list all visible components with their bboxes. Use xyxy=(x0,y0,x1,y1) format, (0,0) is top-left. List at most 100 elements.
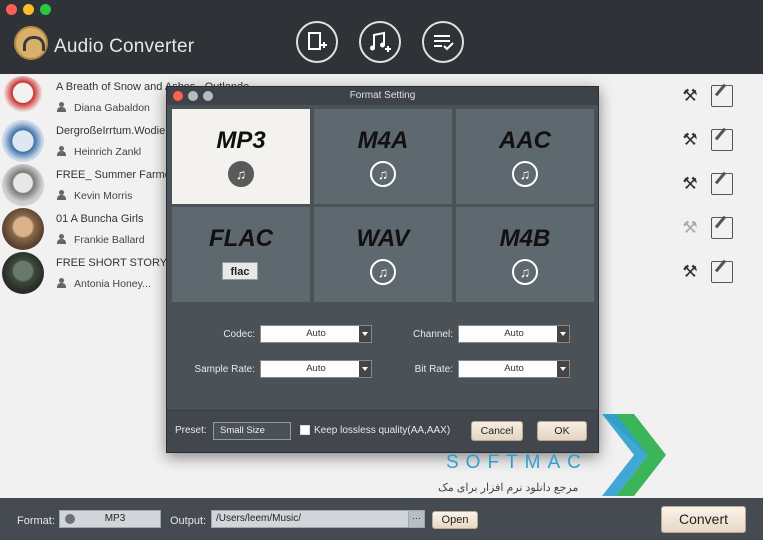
format-name: FLAC xyxy=(209,225,273,252)
ok-button[interactable]: OK xyxy=(537,421,587,441)
lossless-checkbox[interactable] xyxy=(300,425,310,435)
sample-rate-select[interactable]: Auto xyxy=(260,360,372,378)
magic-wand-icon[interactable]: ⚒ xyxy=(679,261,701,283)
format-name: WAV xyxy=(356,225,410,252)
channel-label: Channel: xyxy=(412,329,453,340)
dialog-minimize-button[interactable] xyxy=(188,91,198,101)
bit-rate-label: Bit Rate: xyxy=(414,364,453,375)
chevron-down-icon xyxy=(359,326,371,342)
person-icon xyxy=(57,102,66,112)
task-list-button[interactable] xyxy=(422,21,464,63)
channel-select[interactable]: Auto xyxy=(458,325,570,343)
book-cover-thumbnail xyxy=(2,120,44,162)
codec-value: Auto xyxy=(306,328,326,339)
edit-icon[interactable] xyxy=(711,261,733,283)
book-author: Diana Gabaldon xyxy=(74,102,150,114)
format-name: M4B xyxy=(499,225,551,252)
book-cover-thumbnail xyxy=(2,76,44,118)
format-value: MP3 xyxy=(104,513,126,524)
cancel-button[interactable]: Cancel xyxy=(471,421,523,441)
book-author: Antonia Honey... xyxy=(74,278,151,290)
output-path-field[interactable]: /Users/leem/Music/ ··· xyxy=(211,510,425,528)
person-icon xyxy=(57,190,66,200)
book-title: FREE_ Summer Farmer xyxy=(56,169,175,181)
music-note-icon: ♫ xyxy=(228,161,254,187)
softmac-watermark-subtext: مرجع دانلود نرم افزار برای مک xyxy=(438,482,579,494)
app-title: Audio Converter xyxy=(54,36,195,57)
flac-icon: flac xyxy=(222,262,258,280)
browse-button[interactable]: ··· xyxy=(408,511,424,527)
person-icon xyxy=(57,146,66,156)
minimize-window-button[interactable] xyxy=(23,4,34,15)
person-icon xyxy=(57,234,66,244)
bit-rate-value: Auto xyxy=(504,363,524,374)
format-tile-flac[interactable]: FLAC flac xyxy=(172,207,310,302)
add-book-icon xyxy=(308,32,327,50)
book-author: Heinrich Zankl xyxy=(74,146,142,158)
chevron-down-icon xyxy=(557,326,569,342)
magic-wand-icon[interactable]: ⚒ xyxy=(679,173,701,195)
codec-select[interactable]: Auto xyxy=(260,325,372,343)
format-name: MP3 xyxy=(216,127,266,154)
chevron-down-icon xyxy=(557,361,569,377)
bit-rate-select[interactable]: Auto xyxy=(458,360,570,378)
format-tile-m4b[interactable]: M4B ♫ xyxy=(456,207,594,302)
output-path-value: /Users/leem/Music/ xyxy=(216,513,302,524)
book-cover-thumbnail xyxy=(2,164,44,206)
format-tile-m4a[interactable]: M4A ♫ xyxy=(314,109,452,204)
codec-label: Codec: xyxy=(223,329,255,340)
format-name: M4A xyxy=(357,127,409,154)
headphones-logo-icon xyxy=(14,26,48,60)
person-icon xyxy=(57,278,66,288)
close-window-button[interactable] xyxy=(6,4,17,15)
book-author: Frankie Ballard xyxy=(74,234,145,246)
format-tile-aac[interactable]: AAC ♫ xyxy=(456,109,594,204)
add-music-icon xyxy=(370,31,391,52)
dialog-title: Format Setting xyxy=(167,87,598,105)
add-music-button[interactable] xyxy=(359,21,401,63)
dialog-zoom-button[interactable] xyxy=(203,91,213,101)
music-note-icon: ♫ xyxy=(370,161,396,187)
magic-wand-icon[interactable]: ⚒ xyxy=(679,129,701,151)
music-note-icon: ♫ xyxy=(512,161,538,187)
edit-icon[interactable] xyxy=(711,129,733,151)
format-tile-mp3[interactable]: MP3 ♫ xyxy=(172,109,310,204)
chevron-down-icon xyxy=(359,361,371,377)
zoom-window-button[interactable] xyxy=(40,4,51,15)
magic-wand-icon[interactable]: ⚒ xyxy=(679,85,701,107)
preset-label: Preset: xyxy=(175,425,207,436)
book-cover-thumbnail xyxy=(2,252,44,294)
window-controls xyxy=(6,4,51,15)
format-setting-dialog: Format Setting MP3 ♫ M4A ♫ AAC ♫ FLAC fl… xyxy=(166,86,599,453)
disc-icon xyxy=(65,514,75,524)
book-title: FREE SHORT STORY_ xyxy=(56,257,174,269)
edit-icon[interactable] xyxy=(711,217,733,239)
dialog-close-button[interactable] xyxy=(173,91,183,101)
softmac-watermark-text: SOFTMAC xyxy=(446,452,588,473)
dialog-bottom-bar: Preset: Small Size Keep lossless quality… xyxy=(167,410,598,452)
convert-button[interactable]: Convert xyxy=(661,506,746,533)
format-name: AAC xyxy=(499,127,551,154)
format-tile-wav[interactable]: WAV ♫ xyxy=(314,207,452,302)
add-book-button[interactable] xyxy=(296,21,338,63)
book-title: DergroßeIrrtum.Wodie xyxy=(56,125,166,137)
format-select[interactable]: MP3 xyxy=(59,510,161,528)
app-header: Audio Converter xyxy=(0,0,763,74)
lossless-label: Keep lossless quality(AA,AAX) xyxy=(314,425,451,436)
music-note-icon: ♫ xyxy=(512,259,538,285)
edit-icon[interactable] xyxy=(711,85,733,107)
preset-select[interactable]: Small Size xyxy=(213,422,291,440)
sample-rate-label: Sample Rate: xyxy=(194,364,255,375)
channel-value: Auto xyxy=(504,328,524,339)
sample-rate-value: Auto xyxy=(306,363,326,374)
magic-wand-icon[interactable]: ⚒ xyxy=(679,217,701,239)
list-check-icon xyxy=(434,35,454,51)
format-label: Format: xyxy=(17,515,55,527)
music-note-icon: ♫ xyxy=(370,259,396,285)
book-author: Kevin Morris xyxy=(74,190,133,202)
footer-bar: Format: MP3 Output: /Users/leem/Music/ ·… xyxy=(0,498,763,540)
open-button[interactable]: Open xyxy=(432,511,478,529)
book-title: 01 A Buncha Girls xyxy=(56,213,144,225)
edit-icon[interactable] xyxy=(711,173,733,195)
softmac-logo-icon xyxy=(602,414,666,496)
